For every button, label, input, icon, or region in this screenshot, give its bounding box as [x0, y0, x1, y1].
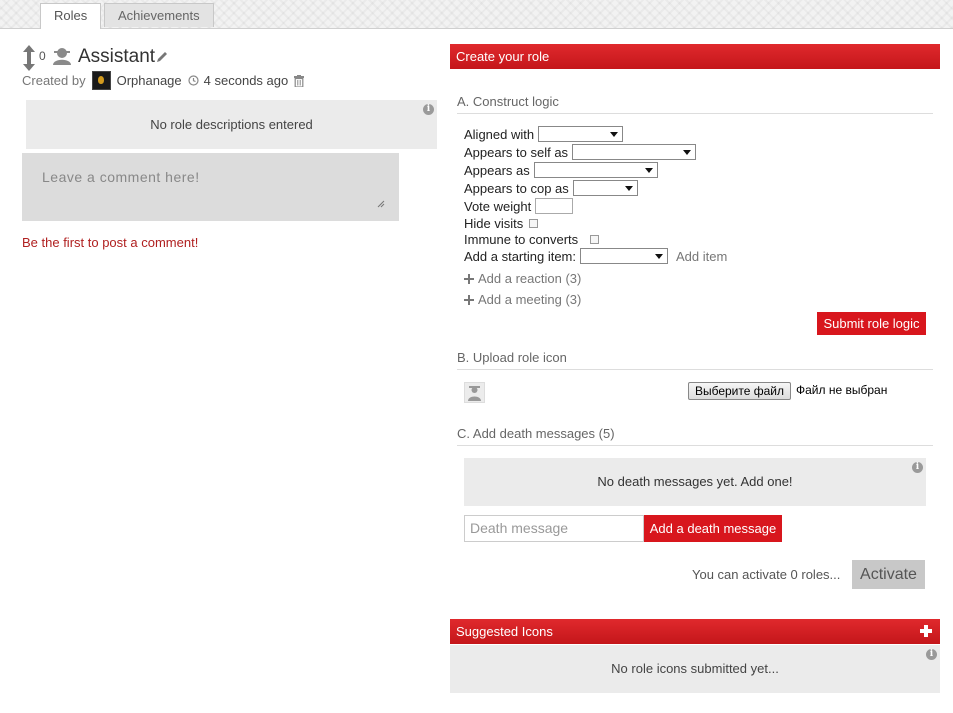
aligned-with-select[interactable] [538, 126, 624, 142]
appears-as-select[interactable] [533, 162, 658, 178]
section-upload-icon: B. Upload role icon [457, 350, 933, 370]
activate-button[interactable]: Activate [852, 560, 925, 589]
appears-as-row: Appears as [464, 162, 658, 178]
vote-count: 0 [39, 49, 46, 63]
role-icon-thumbnail [464, 382, 485, 403]
plus-icon [464, 273, 474, 284]
comment-input[interactable]: Leave a comment here! [22, 153, 399, 221]
section-construct-logic: A. Construct logic [457, 94, 933, 114]
add-item-link[interactable]: Add item [676, 249, 727, 264]
starting-item-row: Add a starting item: Add item [464, 248, 727, 264]
pencil-icon[interactable] [156, 51, 168, 66]
death-message-input[interactable]: Death message [464, 515, 644, 542]
activate-count-text: You can activate 0 roles... [692, 567, 841, 582]
appears-as-label: Appears as [464, 162, 530, 178]
appears-to-self-row: Appears to self as [464, 144, 697, 160]
appears-to-cop-select[interactable] [572, 180, 638, 196]
user-silhouette-icon [52, 47, 72, 68]
info-icon[interactable]: i [912, 462, 923, 473]
info-icon[interactable]: i [926, 649, 937, 660]
hide-visits-row: Hide visits [464, 216, 539, 231]
suggested-icons-title: Suggested Icons [456, 624, 553, 639]
comment-placeholder: Leave a comment here! [42, 169, 200, 185]
plus-icon[interactable] [920, 625, 932, 637]
create-role-title: Create your role [456, 49, 550, 64]
tab-achievements[interactable]: Achievements [104, 3, 214, 27]
submit-role-logic-button[interactable]: Submit role logic [817, 312, 926, 335]
death-message-placeholder: Death message [470, 520, 569, 536]
suggested-icons-header: Suggested Icons [450, 619, 940, 644]
role-description-text: No role descriptions entered [150, 117, 313, 132]
first-comment-text: Be the first to post a comment! [22, 235, 199, 250]
hide-visits-label: Hide visits [464, 216, 524, 231]
created-line: Created by Orphanage 4 seconds ago [22, 71, 305, 90]
immune-converts-label: Immune to converts [464, 232, 579, 247]
clock-icon [188, 75, 199, 86]
creator-name[interactable]: Orphanage [117, 73, 182, 88]
vote-weight-row: Vote weight [464, 198, 574, 214]
immune-converts-checkbox[interactable] [590, 235, 600, 244]
file-status-text: Файл не выбран [796, 383, 888, 397]
add-reaction-label: Add a reaction (3) [478, 271, 582, 286]
immune-converts-row: Immune to converts [464, 232, 600, 247]
suggested-icons-empty: No role icons submitted yet... [450, 645, 940, 693]
add-meeting-link[interactable]: Add a meeting (3) [464, 292, 581, 307]
trash-icon[interactable] [294, 74, 305, 87]
add-meeting-label: Add a meeting (3) [478, 292, 582, 307]
info-icon[interactable]: i [423, 104, 434, 115]
aligned-with-label: Aligned with [464, 126, 535, 142]
starting-item-select[interactable] [580, 248, 668, 264]
starting-item-label: Add a starting item: [464, 248, 576, 264]
vote-weight-label: Vote weight [464, 198, 532, 214]
plus-icon [464, 294, 474, 305]
created-by-label: Created by [22, 73, 86, 88]
add-reaction-link[interactable]: Add a reaction (3) [464, 271, 581, 286]
add-death-message-button[interactable]: Add a death message [644, 515, 782, 542]
tab-roles[interactable]: Roles [40, 3, 102, 29]
section-death-messages: C. Add death messages (5) [457, 426, 933, 446]
appears-to-self-label: Appears to self as [464, 144, 569, 160]
death-messages-empty: No death messages yet. Add one! [464, 458, 926, 506]
hide-visits-checkbox[interactable] [529, 219, 539, 228]
created-time: 4 seconds ago [203, 73, 289, 88]
appears-to-self-select[interactable] [572, 144, 697, 160]
death-empty-text: No death messages yet. Add one! [597, 474, 793, 489]
role-icon-placeholder-icon [468, 386, 481, 401]
resize-grip-icon[interactable] [377, 196, 385, 211]
role-description: No role descriptions entered [26, 100, 437, 149]
appears-to-cop-row: Appears to cop as [464, 180, 638, 196]
suggested-empty-text: No role icons submitted yet... [611, 661, 779, 676]
vote-weight-input[interactable] [535, 198, 574, 214]
vote-arrows-icon[interactable] [22, 45, 36, 74]
choose-file-button[interactable]: Выберите файл [688, 382, 791, 400]
aligned-with-row: Aligned with [464, 126, 624, 142]
create-role-header: Create your role [450, 44, 940, 69]
creator-avatar[interactable] [91, 71, 111, 90]
appears-to-cop-label: Appears to cop as [464, 180, 569, 196]
role-title: Assistant [78, 46, 156, 67]
